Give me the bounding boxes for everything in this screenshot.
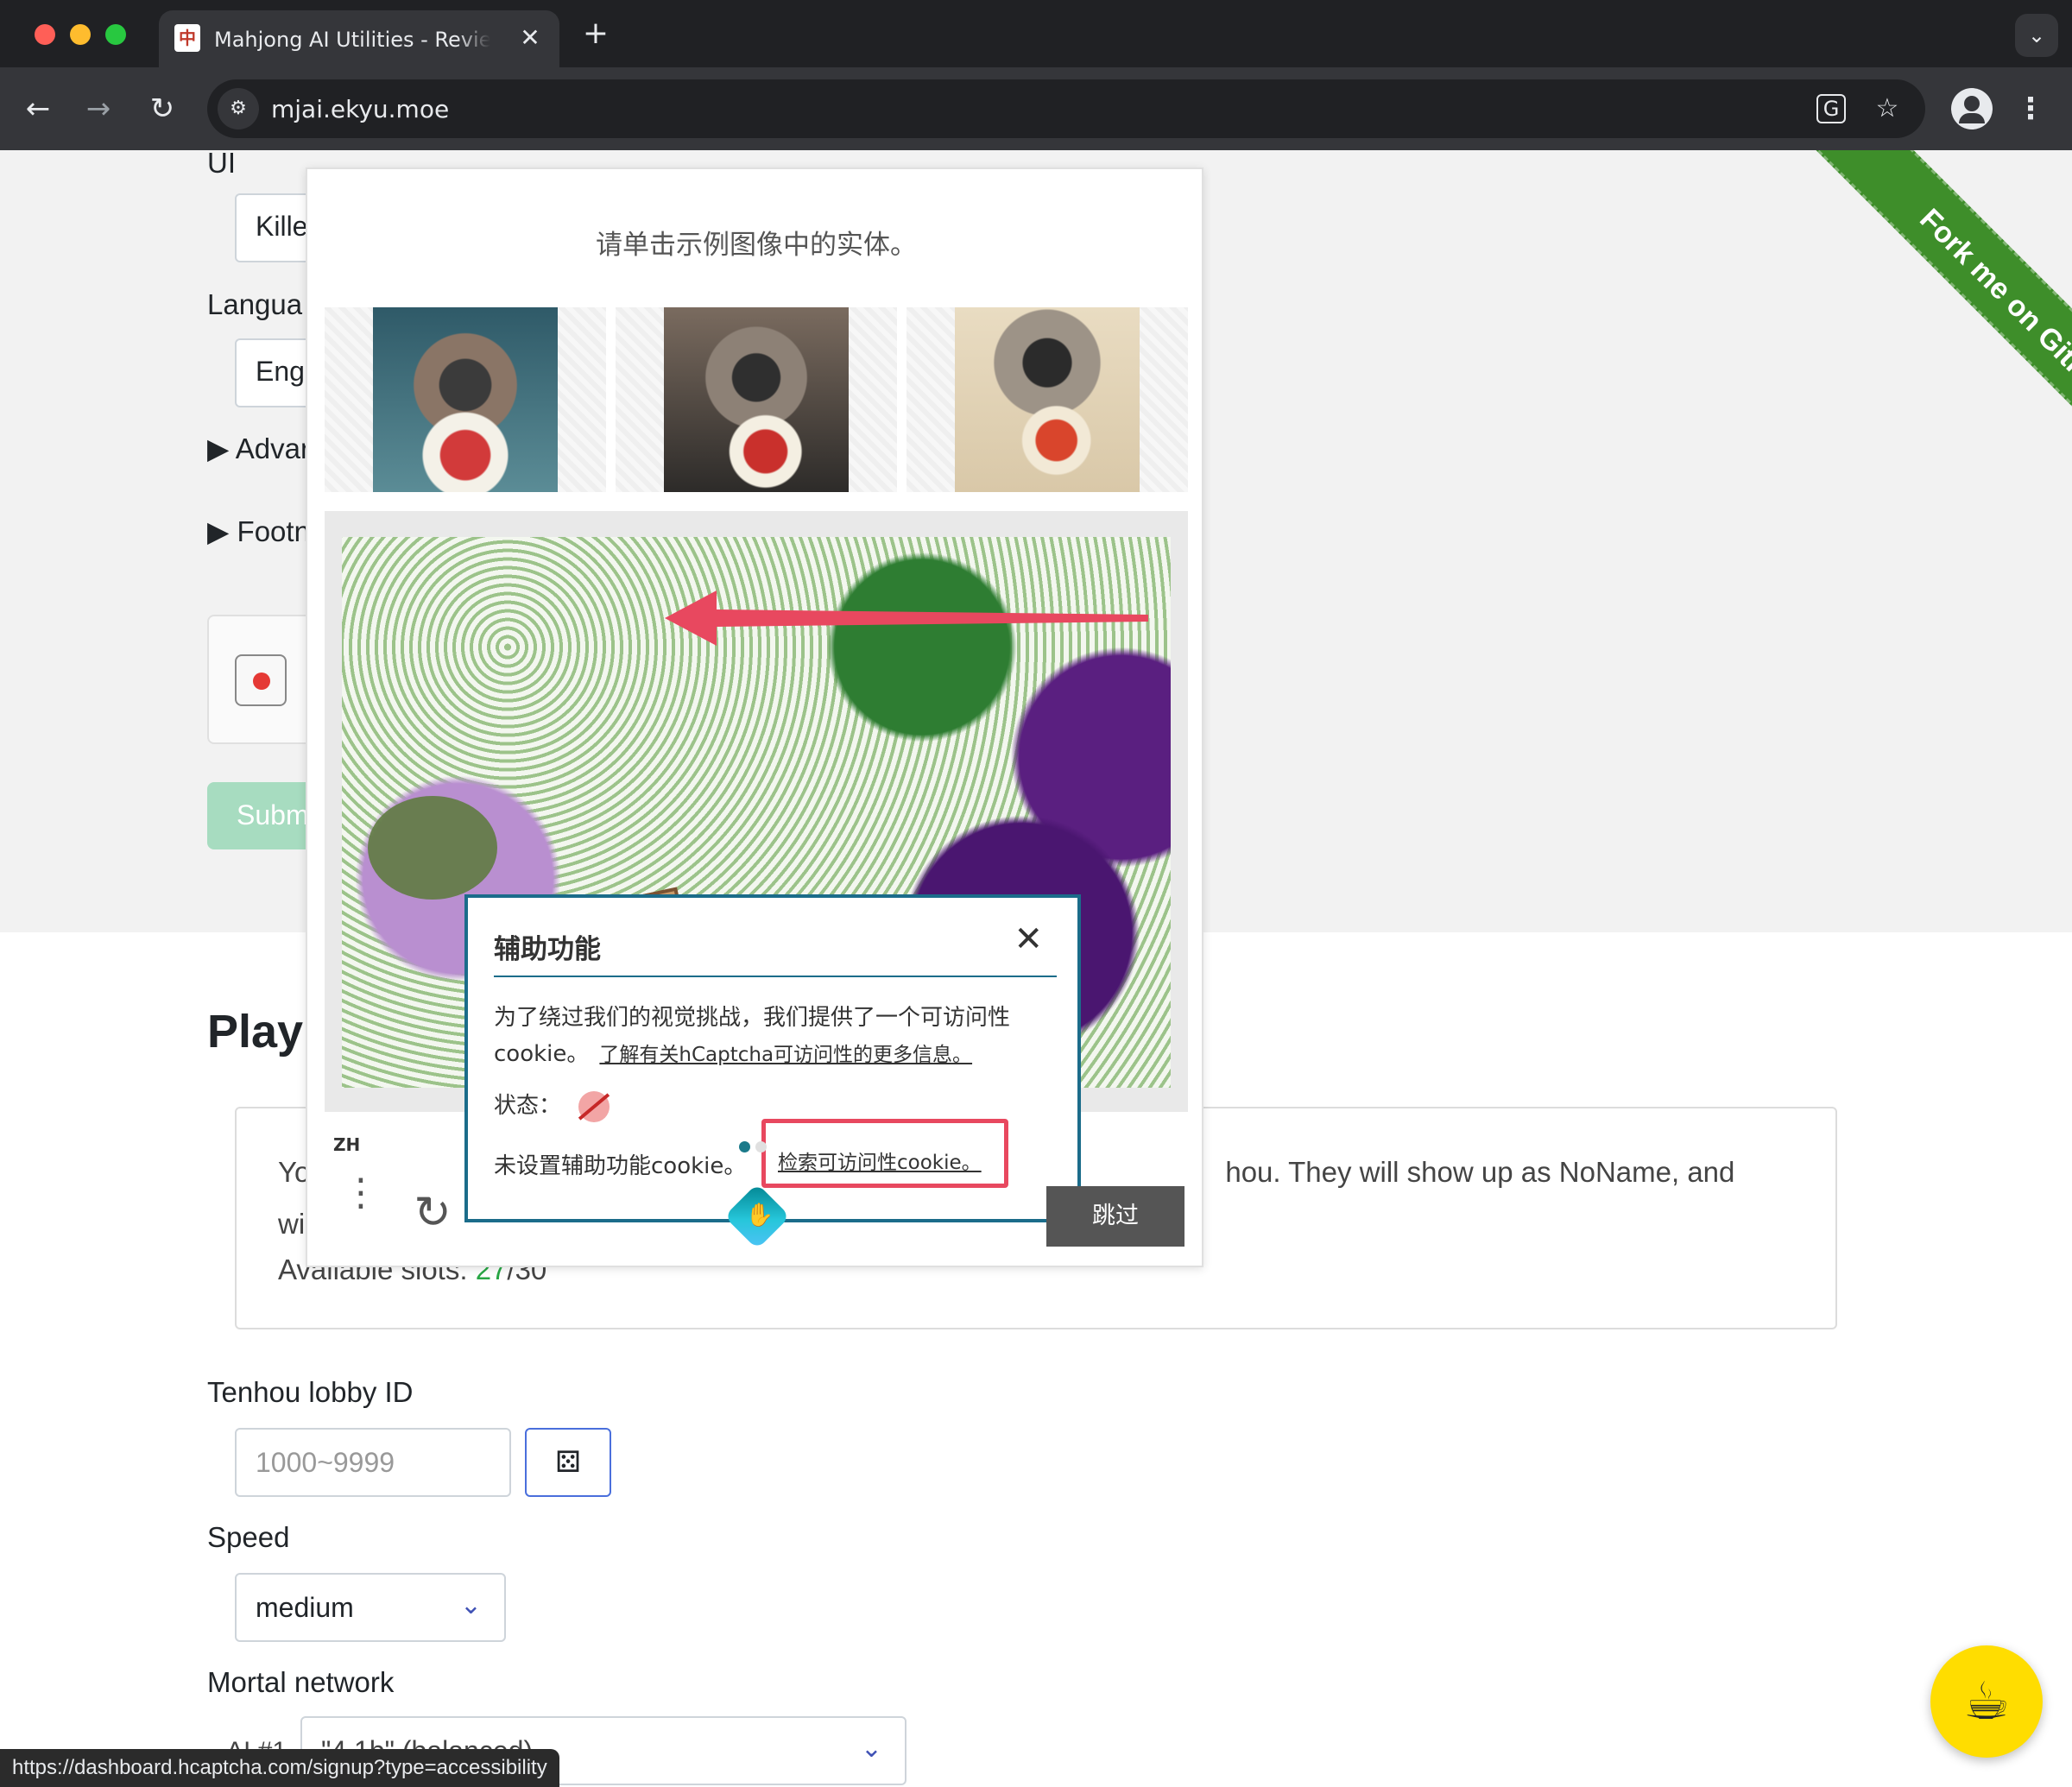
tab-search-button[interactable]: ⌄ bbox=[2015, 14, 2058, 57]
learn-more-link[interactable]: 了解有关hCaptcha可访问性的更多信息。 bbox=[599, 1044, 972, 1066]
speed-select[interactable]: medium ⌄ bbox=[235, 1573, 506, 1642]
buy-me-a-coffee-button[interactable]: ☕ bbox=[1930, 1645, 2043, 1758]
raccoon-sushi-image bbox=[664, 307, 849, 492]
tab-bar: 中 Mahjong AI Utilities - Review ✕ + ⌄ bbox=[0, 0, 2072, 67]
page-dot bbox=[755, 1141, 767, 1152]
forward-button[interactable]: → bbox=[78, 88, 119, 129]
new-tab-button[interactable]: + bbox=[578, 17, 613, 52]
language-code[interactable]: ZH bbox=[333, 1134, 360, 1155]
dice-icon: ⚄ bbox=[555, 1445, 581, 1480]
accessibility-description: 为了绕过我们的视觉挑战，我们提供了一个可访问性cookie。 了解有关hCaptc… bbox=[494, 1000, 1064, 1073]
hcaptcha-challenge: 请单击示例图像中的实体。 辅助功能 ✕ 为了绕过我们的视觉挑战，我们提供了一个可… bbox=[306, 167, 1203, 1267]
link-status-bar: https://dashboard.hcaptcha.com/signup?ty… bbox=[0, 1749, 559, 1787]
info-text-left-2: wi bbox=[278, 1208, 306, 1240]
chevron-down-icon: ⌄ bbox=[459, 1591, 482, 1620]
close-window-button[interactable] bbox=[35, 24, 55, 45]
fork-ribbon[interactable]: Fork me on GitHub bbox=[1692, 150, 2072, 530]
cookie-status: 状态： bbox=[494, 1088, 610, 1122]
tree-image bbox=[368, 796, 497, 900]
play-section-title: Play bbox=[207, 1006, 304, 1058]
browser-menu-button[interactable]: ⋮ bbox=[2010, 88, 2051, 129]
maximize-window-button[interactable] bbox=[105, 24, 126, 45]
advanced-options-toggle[interactable]: ▶ Advar bbox=[207, 432, 310, 465]
tab-title: Mahjong AI Utilities - Review bbox=[214, 28, 490, 52]
lobby-id-input[interactable]: 1000~9999 bbox=[235, 1428, 511, 1497]
lobby-label: Tenhou lobby ID bbox=[207, 1376, 414, 1408]
info-text-right: hou. They will show up as NoName, and bbox=[1225, 1156, 1735, 1188]
accessibility-dialog: 辅助功能 ✕ 为了绕过我们的视觉挑战，我们提供了一个可访问性cookie。 了解有… bbox=[464, 894, 1081, 1222]
browser-tab[interactable]: 中 Mahjong AI Utilities - Review ✕ bbox=[159, 10, 559, 67]
close-icon[interactable]: ✕ bbox=[1014, 919, 1043, 960]
mahjong-favicon-icon: 中 bbox=[174, 24, 200, 52]
ui-select-value: Kille bbox=[256, 211, 308, 242]
refresh-icon[interactable]: ↻ bbox=[409, 1190, 456, 1236]
speed-value: medium bbox=[256, 1592, 354, 1623]
example-image-1 bbox=[325, 307, 606, 492]
task-area: 辅助功能 ✕ 为了绕过我们的视觉挑战，我们提供了一个可访问性cookie。 了解有… bbox=[325, 511, 1188, 1222]
close-tab-icon[interactable]: ✕ bbox=[516, 24, 544, 52]
page-dot-active bbox=[739, 1141, 750, 1152]
example-image-3 bbox=[906, 307, 1188, 492]
ui-label: UI bbox=[207, 150, 236, 179]
captcha-menu-icon[interactable]: ⋮ bbox=[342, 1174, 380, 1236]
coffee-cup-icon: ☕ bbox=[1963, 1671, 2010, 1732]
challenge-prompt: 请单击示例图像中的实体。 bbox=[596, 230, 917, 261]
skip-button[interactable]: 跳过 bbox=[1046, 1186, 1184, 1247]
language-select-value: Eng bbox=[256, 356, 305, 387]
cookie-disabled-icon bbox=[578, 1090, 610, 1122]
raccoon-sushi-image bbox=[373, 307, 558, 492]
example-images bbox=[325, 307, 1188, 492]
example-image-2 bbox=[616, 307, 897, 492]
pagination-dots bbox=[739, 1140, 772, 1156]
raccoon-sushi-image bbox=[955, 307, 1140, 492]
status-label: 状态： bbox=[494, 1093, 562, 1119]
profile-avatar-icon[interactable] bbox=[1951, 88, 1993, 129]
speed-label: Speed bbox=[207, 1521, 290, 1553]
mortal-network-label: Mortal network bbox=[207, 1666, 395, 1698]
fork-ribbon-label[interactable]: Fork me on GitHub bbox=[1806, 150, 2072, 520]
minimize-window-button[interactable] bbox=[70, 24, 91, 45]
captcha-checkbox[interactable] bbox=[235, 654, 287, 706]
address-bar[interactable]: ⚙ mjai.ekyu.moe G ☆ bbox=[207, 79, 1925, 138]
random-lobby-button[interactable]: ⚄ bbox=[525, 1428, 611, 1497]
site-info-icon[interactable]: ⚙ bbox=[218, 88, 259, 129]
divider bbox=[494, 976, 1057, 977]
footnotes-toggle[interactable]: ▶ Footn bbox=[207, 515, 310, 548]
chevron-down-icon: ⌄ bbox=[860, 1734, 882, 1763]
accessibility-title: 辅助功能 bbox=[494, 934, 601, 965]
bookmark-star-icon[interactable]: ☆ bbox=[1868, 90, 1906, 128]
reload-button[interactable]: ↻ bbox=[142, 88, 183, 129]
translate-icon[interactable]: G bbox=[1816, 94, 1846, 123]
language-label: Langua bbox=[207, 288, 303, 320]
browser-toolbar: ← → ↻ ⚙ mjai.ekyu.moe G ☆ ⋮ bbox=[0, 67, 2072, 150]
url-text[interactable]: mjai.ekyu.moe bbox=[271, 95, 449, 123]
no-cookie-text: 未设置辅助功能cookie。 bbox=[494, 1153, 747, 1179]
back-button[interactable]: ← bbox=[17, 88, 59, 129]
retrieve-cookie-link[interactable]: 检索可访问性cookie。 bbox=[761, 1119, 1008, 1188]
